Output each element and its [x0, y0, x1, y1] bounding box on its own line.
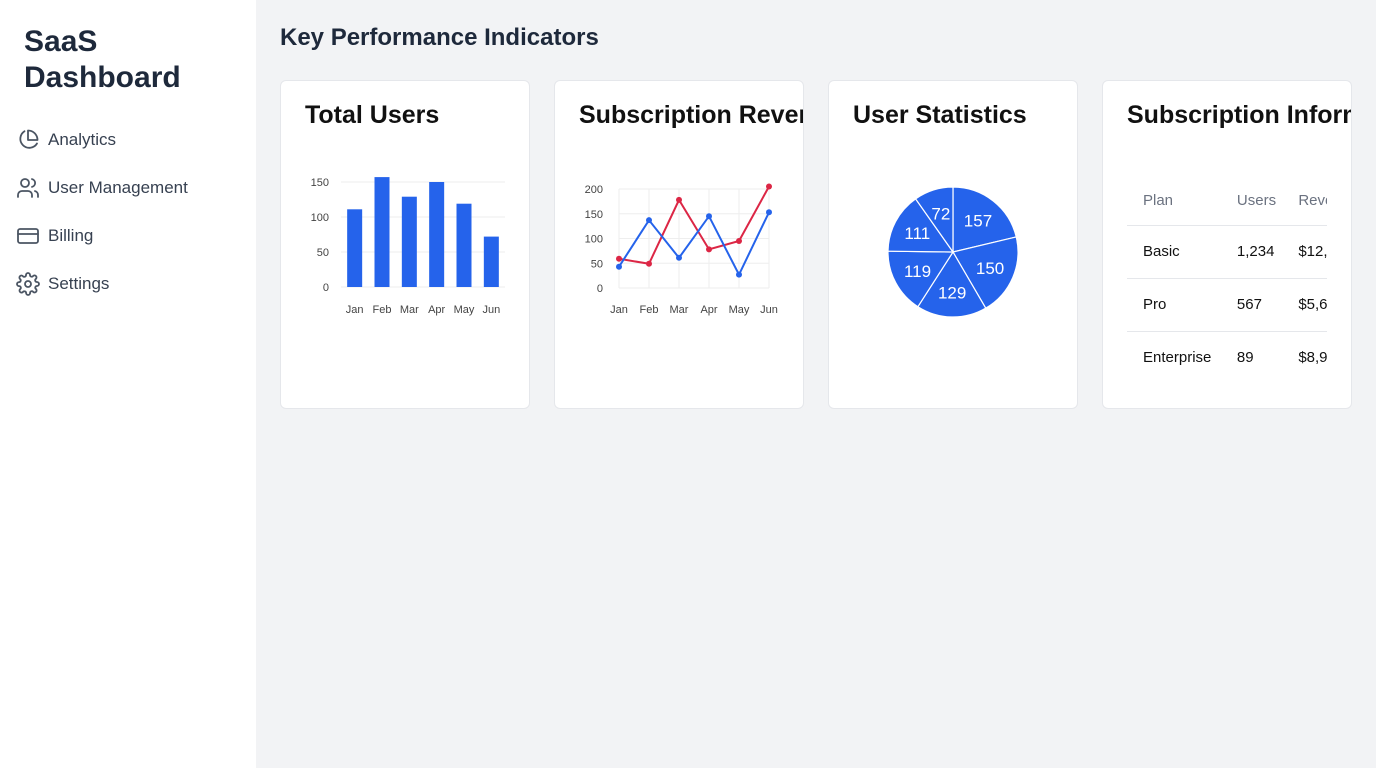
x-tick-label: Feb [373, 304, 392, 316]
sidebar: SaaS Dashboard Analytics User Management… [0, 0, 256, 768]
app-brand: SaaS Dashboard [24, 25, 181, 94]
column-header-plan: Plan [1127, 177, 1221, 226]
bar [429, 182, 445, 287]
x-tick-label: May [454, 304, 475, 316]
data-point [646, 217, 652, 224]
x-tick-label: Jun [482, 304, 500, 316]
pie-slice-label: 157 [964, 211, 992, 230]
line-chart: 0 50 100 150 200 Jan Feb Mar Apr May Jun [585, 183, 778, 316]
table-viewport[interactable]: Plan Users Revenue Basic 1,234 $12,340 P… [1127, 177, 1327, 397]
pie-slice-label: 72 [931, 205, 950, 224]
data-point [676, 254, 682, 261]
table-row: Pro 567 $5,670 [1127, 278, 1327, 332]
column-header-users: Users [1220, 177, 1283, 226]
page-title: Key Performance Indicators [280, 24, 599, 51]
data-point [616, 263, 622, 270]
card-subscription-revenue: Subscription Revenue 050100150200JanFebM… [554, 80, 804, 409]
x-tick-label: Apr [700, 304, 717, 316]
pie-slice-label: 119 [904, 262, 931, 281]
data-point [766, 183, 772, 190]
x-tick-label: Jan [610, 304, 628, 316]
x-tick-label: Apr [428, 304, 445, 316]
bar [374, 177, 390, 287]
bar [456, 203, 472, 287]
x-tick-label: Mar [400, 304, 419, 316]
table-cell: 567 [1220, 278, 1283, 332]
data-point [736, 237, 742, 244]
y-tick-label: 150 [585, 209, 603, 221]
sidebar-item-user-management[interactable]: User Management [16, 174, 188, 202]
pie-chart: 157 150 129 119 11172 [887, 186, 1019, 318]
data-point [706, 246, 712, 253]
credit-card-icon [17, 228, 39, 244]
y-tick-label: 100 [585, 234, 603, 246]
sidebar-item-label: Analytics [48, 130, 117, 149]
table-cell: Enterprise [1143, 349, 1212, 367]
gear-icon [16, 272, 40, 296]
x-tick-label: Mar [670, 304, 689, 316]
table-cell: $8,900 [1298, 349, 1327, 367]
table-row: Enterprise 89 $8,900 [1127, 331, 1327, 384]
sidebar-item-label: Settings [48, 274, 110, 293]
pie-slice-label: 129 [938, 283, 966, 302]
y-tick-label: 200 [585, 184, 603, 196]
users-icon [17, 178, 39, 198]
main-content: Key Performance Indicators Total Users 0… [256, 0, 1376, 768]
sidebar-item-settings[interactable]: Settings [16, 270, 109, 298]
table-cell: $5,670 [1282, 278, 1327, 332]
data-point [646, 260, 652, 267]
y-tick-label: 50 [317, 247, 329, 259]
sidebar-item-label: Billing [48, 226, 94, 245]
column-header-revenue: Revenue [1282, 177, 1327, 226]
card-subscription-information: Subscription Information Plan Users Reve… [1102, 80, 1352, 409]
y-tick-label: 100 [311, 212, 329, 224]
y-tick-label: 0 [597, 283, 603, 295]
table-header-row: Plan Users Revenue [1127, 177, 1327, 226]
series-line [618, 211, 770, 277]
y-tick-label: 0 [323, 282, 329, 294]
sidebar-item-analytics[interactable]: Analytics [16, 126, 116, 154]
bar [401, 196, 417, 287]
table-cell: 89 [1236, 349, 1254, 367]
x-tick-label: Jun [760, 304, 778, 316]
table-cell: Pro [1127, 278, 1221, 332]
data-point [736, 271, 742, 278]
table-cell: 1,234 [1220, 225, 1283, 279]
series-line [618, 186, 770, 265]
x-tick-label: Jan [346, 304, 364, 316]
table-cell: Basic [1127, 225, 1221, 279]
pie-slice-label: 150 [976, 259, 1004, 278]
data-point [706, 213, 712, 220]
pie-slice-label: 111 [904, 224, 930, 243]
subscription-table: Plan Users Revenue Basic 1,234 $12,340 P… [1127, 177, 1327, 384]
sidebar-item-billing[interactable]: Billing [16, 222, 93, 250]
card-total-users: Total Users 0 50 100 150 Jan Feb Mar Apr May Jun [280, 80, 530, 409]
data-point [616, 255, 622, 262]
pie-chart-icon [19, 129, 39, 149]
table-row: Basic 1,234 $12,340 [1127, 225, 1327, 279]
bar [483, 236, 499, 287]
card-user-statistics: User Statistics 157 150 129 119 111 72 [828, 80, 1078, 409]
table-cell: $12,340 [1282, 225, 1327, 279]
x-tick-label: May [729, 304, 750, 316]
bar-chart: 0 50 100 150 Jan Feb Mar Apr May Jun [311, 177, 505, 316]
bar [347, 209, 363, 287]
x-tick-label: Feb [640, 304, 659, 316]
y-tick-label: 150 [311, 177, 329, 189]
card-title: Subscription Information [1127, 101, 1351, 129]
data-point [676, 196, 682, 203]
sidebar-item-label: User Management [48, 178, 188, 197]
y-tick-label: 50 [591, 258, 603, 270]
data-point [766, 209, 772, 216]
